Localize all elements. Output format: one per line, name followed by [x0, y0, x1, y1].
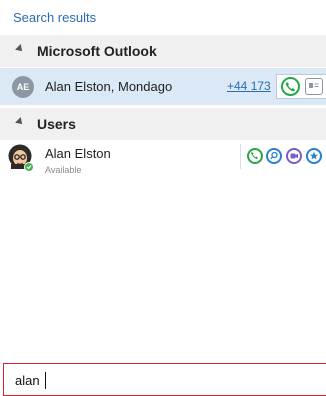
- user-action-bar: [240, 144, 326, 169]
- presence-status: Available: [45, 165, 82, 175]
- contact-name: Alan Elston, Mondago: [45, 79, 173, 94]
- avatar: AE: [12, 76, 34, 98]
- group-label-users: Users: [37, 116, 76, 132]
- phone-icon[interactable]: [247, 148, 263, 164]
- search-input[interactable]: alan: [3, 363, 326, 396]
- search-results-panel: Search results Microsoft Outlook AE Alan…: [0, 0, 326, 396]
- contact-card-icon[interactable]: [305, 78, 323, 95]
- search-icon[interactable]: [266, 148, 282, 164]
- group-label-outlook: Microsoft Outlook: [37, 43, 157, 59]
- star-icon[interactable]: [306, 148, 322, 164]
- collapse-arrow-icon[interactable]: [15, 117, 25, 127]
- search-input-value[interactable]: alan: [15, 373, 40, 388]
- phone-link[interactable]: +44 173: [227, 79, 277, 93]
- results-title: Search results: [13, 10, 97, 25]
- text-caret: [45, 372, 46, 389]
- user-name: Alan Elston: [45, 146, 111, 161]
- video-icon[interactable]: [286, 148, 302, 164]
- outlook-action-bar: [276, 74, 326, 99]
- results-header: Search results: [0, 0, 326, 35]
- collapse-arrow-icon[interactable]: [15, 44, 25, 54]
- group-header-users[interactable]: Users: [0, 108, 326, 140]
- user-row[interactable]: Alan Elston Available: [0, 140, 326, 184]
- group-header-outlook[interactable]: Microsoft Outlook: [0, 35, 326, 67]
- outlook-contact-row[interactable]: AE Alan Elston, Mondago +44 173: [0, 68, 326, 105]
- phone-icon[interactable]: [281, 77, 300, 96]
- avatar: [8, 144, 35, 173]
